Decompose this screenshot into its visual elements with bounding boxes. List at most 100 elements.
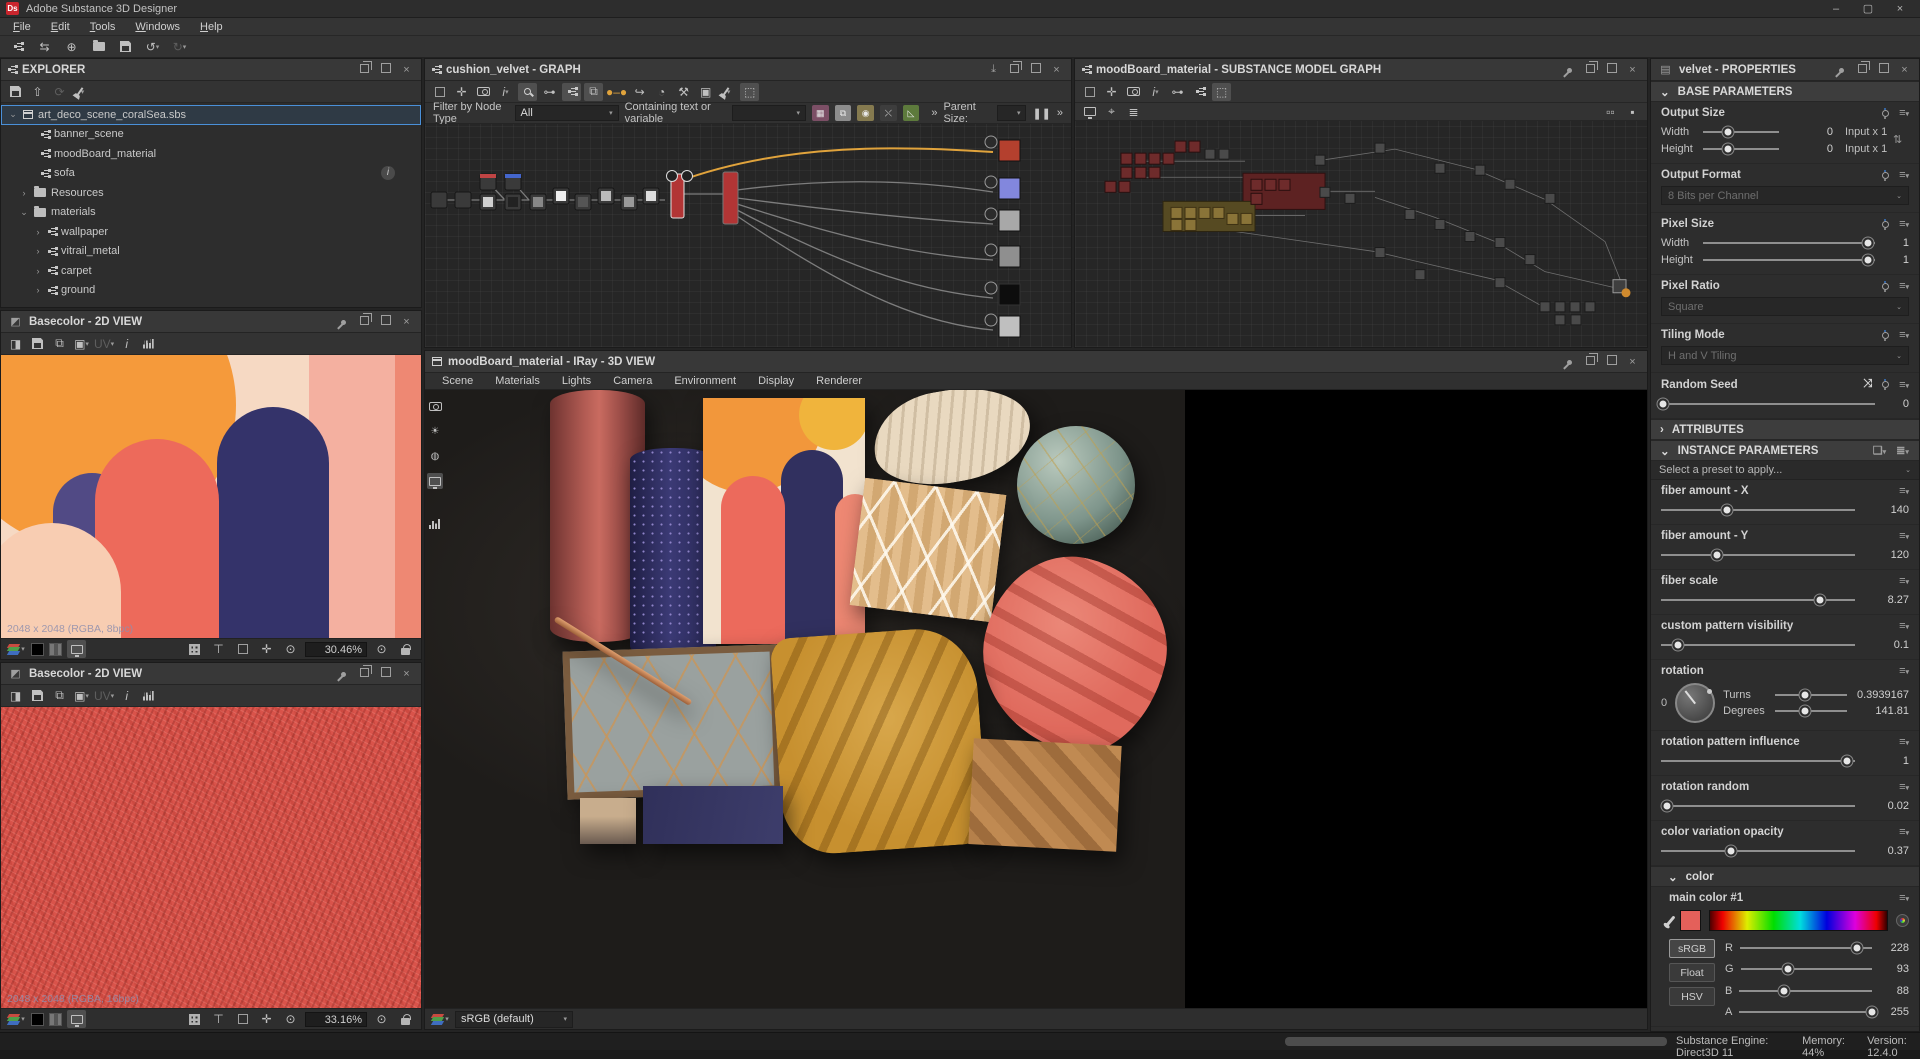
- menu-lights[interactable]: Lights: [553, 375, 600, 387]
- close-panel-icon[interactable]: ×: [1625, 64, 1640, 76]
- maximize-panel-icon[interactable]: [1604, 355, 1619, 368]
- save-icon[interactable]: [6, 83, 25, 101]
- output-format-dropdown[interactable]: 8 Bits per Channel⌄: [1661, 186, 1909, 205]
- copy-icon[interactable]: ⧉: [50, 335, 69, 353]
- pan-view-icon[interactable]: ✛: [257, 1010, 276, 1028]
- reroute-icon[interactable]: ↪: [630, 83, 649, 101]
- color-subsection[interactable]: ⌄color: [1651, 866, 1919, 887]
- export-view-icon[interactable]: ▣▾: [72, 335, 91, 353]
- menu-renderer[interactable]: Renderer: [807, 375, 871, 387]
- zoom-out-icon[interactable]: ⊙: [281, 1010, 300, 1028]
- preview-size-icon[interactable]: ▪: [1623, 103, 1642, 121]
- pin-icon[interactable]: [1834, 64, 1849, 76]
- graph-canvas[interactable]: [425, 124, 1071, 347]
- pan-view-icon[interactable]: ✛: [257, 640, 276, 658]
- fiber-y-slider[interactable]: [1661, 554, 1855, 556]
- expose-icon[interactable]: [1882, 110, 1889, 117]
- shuffle-icon[interactable]: ⤨: [1863, 378, 1872, 391]
- random-seed-slider[interactable]: [1661, 403, 1875, 405]
- view3d-canvas[interactable]: ☀ ◍: [425, 390, 1647, 1008]
- export-view-icon[interactable]: ▣▾: [72, 687, 91, 705]
- tree-item-vitrail-metal[interactable]: › vitrail_metal: [1, 242, 421, 262]
- blue-slider[interactable]: [1739, 990, 1872, 992]
- filter-function-icon[interactable]: ◺: [903, 105, 920, 121]
- param-menu-icon[interactable]: ≡▾: [1899, 329, 1909, 341]
- preset-icon[interactable]: ❏▾: [1872, 444, 1887, 457]
- save-icon[interactable]: [28, 335, 47, 353]
- new-graph-icon[interactable]: ⇆: [35, 38, 54, 56]
- snap-grid-icon[interactable]: ⬚: [1212, 83, 1231, 101]
- info-icon[interactable]: i: [117, 687, 136, 705]
- param-menu-icon[interactable]: ≡▾: [1899, 379, 1909, 391]
- float-mode-button[interactable]: Float: [1669, 963, 1715, 982]
- checker-swatch[interactable]: [49, 1013, 62, 1026]
- output-height-slider[interactable]: [1703, 148, 1779, 150]
- float-icon[interactable]: [357, 64, 372, 76]
- maximize-panel-icon[interactable]: [1604, 63, 1619, 76]
- tree-item-wallpaper[interactable]: › wallpaper: [1, 222, 421, 242]
- color-variation-slider[interactable]: [1661, 850, 1855, 852]
- pixel-width-slider[interactable]: [1703, 242, 1875, 244]
- param-menu-icon[interactable]: ≡▾: [1899, 781, 1909, 793]
- zoom-level-field[interactable]: 30.46%: [305, 642, 367, 657]
- tree-item-sofa[interactable]: sofa i: [1, 164, 421, 184]
- pin-icon[interactable]: [336, 668, 351, 680]
- expose-icon[interactable]: [1882, 332, 1889, 339]
- reload-icon[interactable]: ⟳: [50, 83, 69, 101]
- redo-icon[interactable]: ↻▾: [170, 38, 189, 56]
- maximize-panel-icon[interactable]: [1876, 63, 1891, 76]
- close-panel-icon[interactable]: ×: [1049, 64, 1064, 76]
- close-panel-icon[interactable]: ×: [399, 64, 414, 76]
- fit-view-icon[interactable]: [233, 1010, 252, 1028]
- maximize-panel-icon[interactable]: [378, 63, 393, 76]
- filter-type-dropdown[interactable]: All ▾: [515, 105, 619, 121]
- camera-icon[interactable]: [1124, 83, 1143, 101]
- histogram-icon[interactable]: [139, 687, 158, 705]
- view2d-bottom-image[interactable]: 2048 x 2048 (RGBA, 16bpc): [1, 707, 421, 1008]
- display-mode-icon[interactable]: [67, 1010, 86, 1028]
- wrench-icon[interactable]: ⚒: [674, 83, 693, 101]
- color-spectrum-bar[interactable]: [1709, 910, 1888, 931]
- lock-zoom-icon[interactable]: [396, 1010, 415, 1028]
- more-chevron[interactable]: »: [1057, 107, 1063, 119]
- save-image-icon[interactable]: ◨: [6, 335, 25, 353]
- fiber-x-slider[interactable]: [1661, 509, 1855, 511]
- tiling-grid-icon[interactable]: [185, 1010, 204, 1028]
- pattern-visibility-slider[interactable]: [1661, 644, 1855, 646]
- param-menu-icon[interactable]: ≡▾: [1899, 485, 1909, 497]
- param-menu-icon[interactable]: ≡▾: [1899, 107, 1909, 119]
- maximize-panel-icon[interactable]: [378, 315, 393, 328]
- pin-icon[interactable]: [336, 316, 351, 328]
- menu-file[interactable]: File: [4, 20, 40, 34]
- instance-parameters-section[interactable]: ⌄INSTANCE PARAMETERS ❏▾ ≣▾: [1651, 440, 1919, 461]
- maximize-button[interactable]: ▢: [1854, 2, 1882, 16]
- duplicate-icon[interactable]: ⧉: [584, 83, 603, 101]
- float-icon[interactable]: [1855, 64, 1870, 76]
- param-menu-icon[interactable]: ≡▾: [1899, 218, 1909, 230]
- contains-dropdown[interactable]: ▾: [732, 105, 806, 121]
- node-create-icon[interactable]: [562, 83, 581, 101]
- pixel-height-slider[interactable]: [1703, 259, 1875, 261]
- output-width-slider[interactable]: [1703, 131, 1779, 133]
- background-swatch[interactable]: [31, 643, 44, 656]
- camera-icon[interactable]: [474, 83, 493, 101]
- tree-item-carpet[interactable]: › carpet: [1, 261, 421, 281]
- pixel-ratio-dropdown[interactable]: Square⌄: [1661, 297, 1909, 316]
- display-mode-icon[interactable]: [67, 640, 86, 658]
- param-menu-icon[interactable]: ≡▾: [1899, 280, 1909, 292]
- save-image-icon[interactable]: ◨: [6, 687, 25, 705]
- tree-item-resources[interactable]: › Resources: [1, 183, 421, 203]
- link-wh-icon[interactable]: ⇅: [1893, 119, 1909, 160]
- info-mode-icon[interactable]: i▾: [496, 83, 515, 101]
- search-icon[interactable]: [518, 83, 537, 101]
- clean-icon[interactable]: ▾: [72, 83, 91, 101]
- filter-atlas-icon[interactable]: ⧉: [835, 105, 852, 121]
- thumbnail-icon[interactable]: ▣: [696, 83, 715, 101]
- pin-icon[interactable]: [1562, 64, 1577, 76]
- float-icon[interactable]: [1007, 64, 1022, 76]
- param-menu-icon[interactable]: ≡▾: [1899, 169, 1909, 181]
- checker-swatch[interactable]: [49, 643, 62, 656]
- camera-icon[interactable]: [427, 398, 443, 414]
- param-menu-icon[interactable]: ≡▾: [1899, 665, 1909, 677]
- info-icon[interactable]: i: [117, 335, 136, 353]
